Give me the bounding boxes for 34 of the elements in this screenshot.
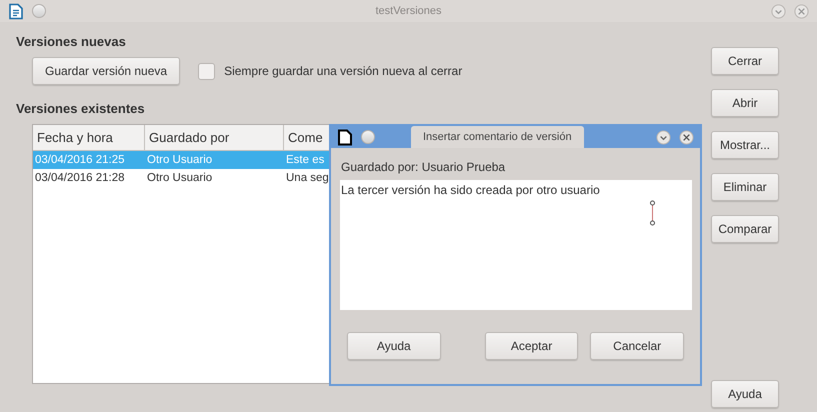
table-cell-text: Otro Usuario — [146, 171, 214, 186]
document-icon — [337, 128, 353, 146]
checkbox[interactable] — [198, 62, 216, 80]
text-cursor-icon — [650, 200, 655, 226]
close-icon[interactable] — [679, 130, 694, 144]
column-header[interactable]: Fecha y hora — [33, 125, 145, 151]
window-title: testVersiones — [374, 5, 443, 17]
minimize-icon[interactable] — [771, 4, 786, 18]
comment-field[interactable]: La tercer versión ha sido creada por otro usuario — [340, 180, 692, 310]
dialog-button[interactable]: Cancelar — [590, 332, 684, 360]
window-menu-button[interactable] — [32, 4, 46, 18]
dialog-title: Insertar comentario de versión — [411, 126, 584, 148]
column-header[interactable]: Guardado por — [145, 125, 284, 151]
action-button[interactable]: Cerrar — [711, 47, 779, 75]
save-version-button[interactable]: Guardar versión nueva — [32, 57, 180, 85]
dialog-button[interactable]: Aceptar — [484, 332, 578, 360]
table-cell-text: Una seg — [285, 171, 330, 186]
action-button[interactable]: Mostrar... — [711, 131, 779, 159]
table-cell-text: Otro Usuario — [146, 153, 214, 168]
help-button[interactable]: Ayuda — [711, 380, 779, 408]
action-button[interactable]: Abrir — [711, 89, 779, 117]
section-heading: Versiones nuevas — [16, 34, 127, 49]
section-heading: Versiones existentes — [16, 101, 146, 116]
action-button[interactable]: Eliminar — [711, 173, 779, 201]
action-button[interactable]: Comparar — [711, 215, 779, 243]
table-cell-text: Este es — [285, 153, 326, 168]
checkbox-label: Siempre guardar una versión nueva al cerrar — [224, 64, 462, 78]
table-cell-text: 03/04/2016 21:28 — [34, 171, 126, 186]
minimize-icon[interactable] — [656, 130, 671, 144]
table-cell-text: 03/04/2016 21:25 — [34, 153, 126, 168]
saved-by-label: Guardado por: Usuario Prueba — [341, 160, 506, 174]
document-icon — [8, 2, 24, 20]
window-menu-button[interactable] — [361, 130, 375, 144]
dialog-button[interactable]: Ayuda — [347, 332, 441, 360]
